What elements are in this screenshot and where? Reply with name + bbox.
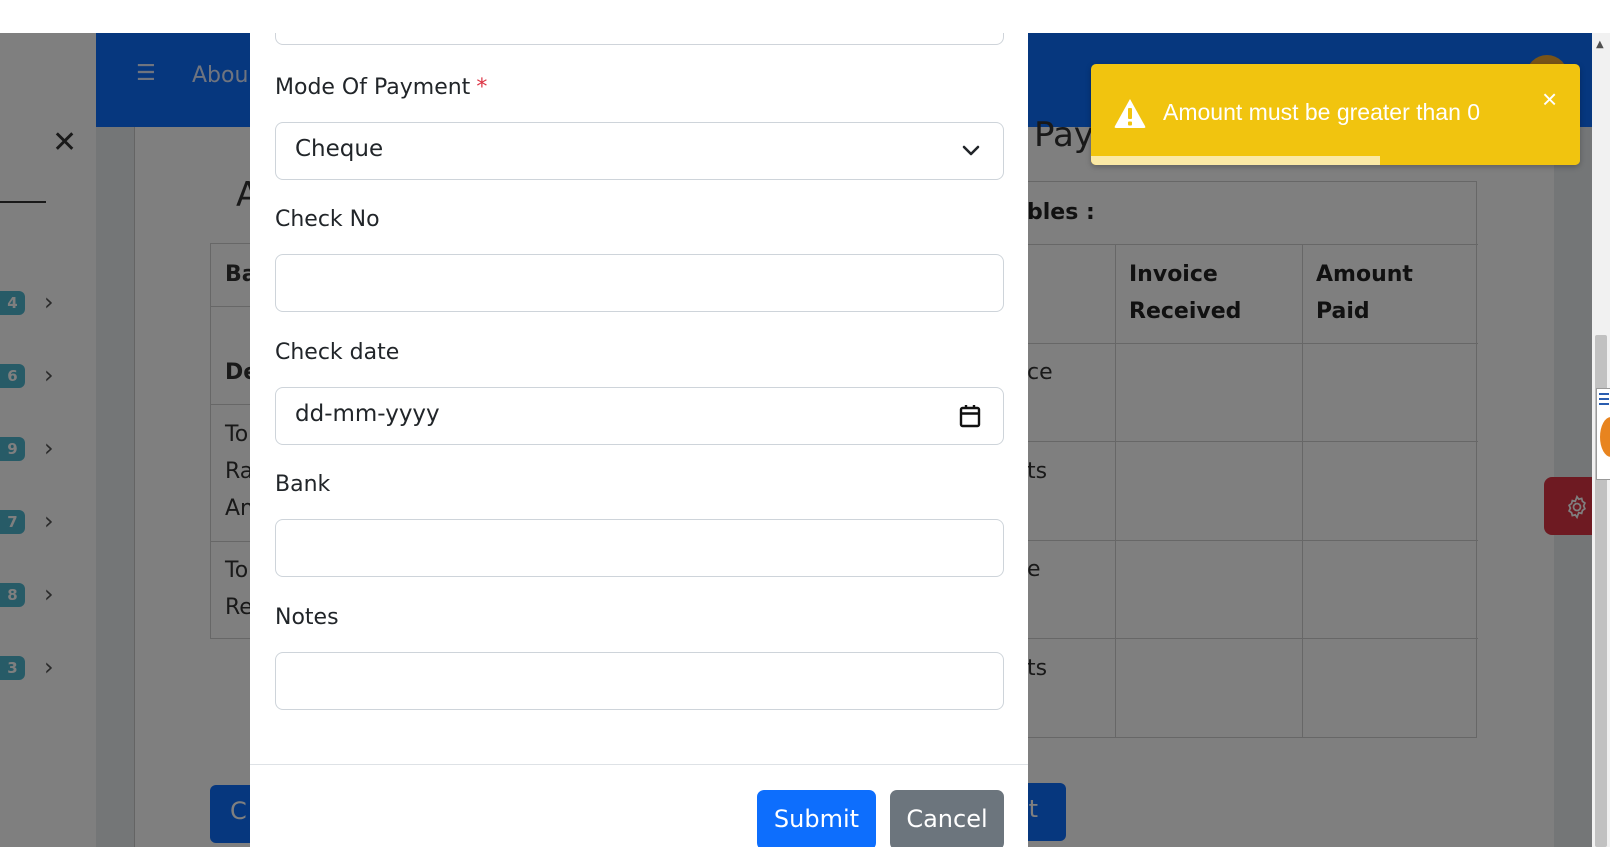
cancel-button[interactable]: Cancel — [890, 790, 1004, 847]
browser-top-strip — [0, 0, 1610, 33]
widget-logo-icon — [1600, 417, 1610, 457]
toast-progress-bar — [1091, 156, 1380, 165]
warning-icon — [1114, 99, 1146, 128]
mode-of-payment-label: Mode Of Payment * — [275, 75, 487, 100]
payment-modal: Mode Of Payment * Cheque Check No Check d… — [250, 33, 1028, 847]
check-date-label: Check date — [275, 340, 400, 365]
chevron-down-icon — [962, 145, 980, 156]
check-no-label: Check No — [275, 207, 380, 232]
mode-of-payment-select[interactable]: Cheque — [275, 122, 1004, 180]
side-widget[interactable] — [1596, 388, 1610, 480]
check-date-input[interactable]: dd-mm-yyyy — [275, 387, 1004, 445]
scroll-up-arrow-icon[interactable]: ▲ — [1596, 39, 1604, 50]
submit-button[interactable]: Submit — [757, 790, 876, 847]
check-date-value: dd-mm-yyyy — [295, 401, 440, 427]
bank-input[interactable] — [275, 519, 1004, 577]
mode-of-payment-value: Cheque — [295, 136, 384, 162]
close-icon[interactable]: × — [1542, 86, 1557, 112]
warning-toast: Amount must be greater than 0 × — [1091, 64, 1580, 165]
list-icon — [1599, 393, 1609, 405]
previous-field-input[interactable] — [275, 33, 1004, 45]
calendar-icon[interactable] — [959, 404, 981, 428]
toast-message: Amount must be greater than 0 — [1163, 99, 1481, 125]
mode-of-payment-label-text: Mode Of Payment — [275, 75, 471, 100]
modal-footer-divider — [250, 764, 1028, 765]
notes-input[interactable] — [275, 652, 1004, 710]
check-no-input[interactable] — [275, 254, 1004, 312]
notes-label: Notes — [275, 605, 339, 630]
required-mark: * — [476, 75, 488, 100]
bank-label: Bank — [275, 472, 331, 497]
